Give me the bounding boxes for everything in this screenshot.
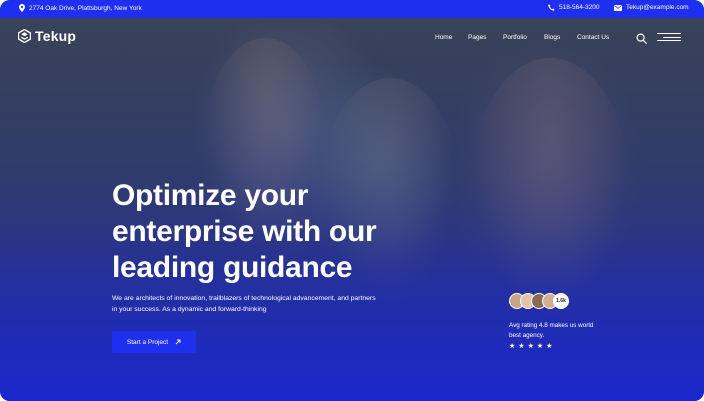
tekup-logo-icon	[18, 29, 31, 43]
nav-blogs[interactable]: Blogs	[544, 34, 560, 41]
mail-icon	[614, 4, 622, 11]
rating-text: Avg rating 4.8 makes us world best agenc…	[509, 322, 594, 339]
nav-pages[interactable]: Pages	[468, 34, 486, 41]
start-project-button[interactable]: Start a Project	[112, 331, 196, 353]
start-project-label: Start a Project	[126, 338, 169, 346]
avatar-count-badge: 1.6k	[553, 293, 569, 309]
star-icon: ★	[509, 343, 516, 350]
star-icon: ★	[518, 343, 525, 350]
search-button[interactable]	[636, 31, 647, 44]
nav-contact-us[interactable]: Contact Us	[577, 34, 609, 41]
star-icon: ★	[536, 343, 544, 350]
email-info[interactable]: Tekup@example.com	[614, 4, 689, 11]
nav-home[interactable]: Home	[435, 34, 452, 41]
brand-name: Tekup	[35, 28, 77, 44]
menu-button[interactable]	[657, 32, 681, 42]
address-info: 2774 Oak Drive, Plattsburgh, New York	[19, 4, 142, 12]
email-text: Tekup@example.com	[626, 4, 689, 11]
top-bar: 2774 Oak Drive, Plattsburgh, New York 51…	[0, 0, 704, 18]
location-pin-icon	[19, 4, 25, 12]
nav-portfolio[interactable]: Portfolio	[503, 34, 527, 41]
phone-info[interactable]: 518-564-3200	[548, 4, 599, 11]
rating-stars: ★ ★ ★ ★ ★	[509, 343, 552, 351]
hero-subtext: We are architects of innovation, trailbl…	[112, 295, 376, 313]
arrow-up-right-icon	[175, 339, 181, 345]
address-text: 2774 Oak Drive, Plattsburgh, New York	[29, 4, 142, 12]
hero-headline-line-3: leading guidance	[112, 251, 353, 284]
star-icon: ★	[546, 343, 553, 350]
star-icon: ★	[527, 343, 534, 350]
phone-icon	[548, 4, 555, 11]
brand-logo[interactable]: Tekup	[18, 28, 76, 44]
hero-headline: Optimize your enterprise with our leadin…	[112, 178, 452, 286]
phone-text: 518-564-3200	[559, 4, 600, 11]
page-frame: 2774 Oak Drive, Plattsburgh, New York 51…	[0, 0, 704, 401]
hero-headline-line-1: Optimize your	[112, 179, 309, 212]
search-icon	[636, 33, 647, 44]
hero-headline-line-2: enterprise with our	[112, 215, 377, 248]
